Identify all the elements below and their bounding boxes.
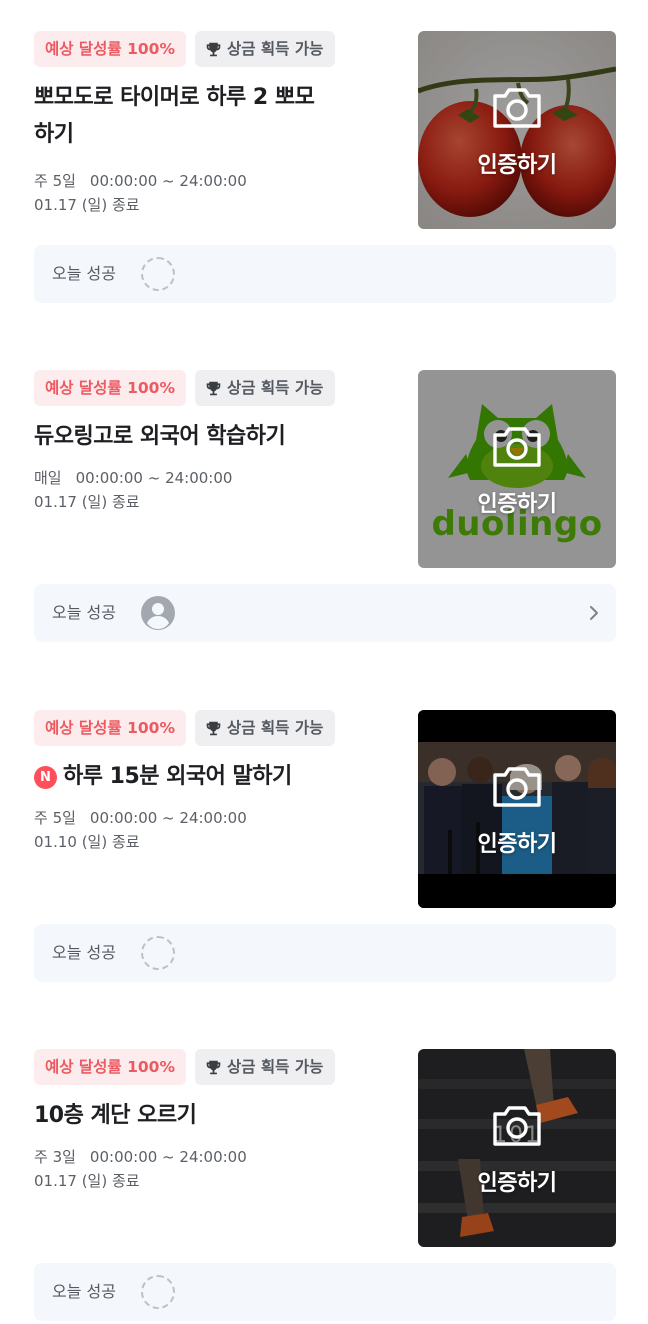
time-range-text: 00:00:00 ~ 24:00:00 [75, 469, 233, 487]
end-date-text: 01.10 (일) 종료 [34, 833, 140, 851]
card-badges: 예상 달성률 100% 상금 획득 가능 [34, 370, 336, 406]
card-badges: 예상 달성률 100% 상금 획득 가능 [34, 1049, 336, 1085]
prize-badge: 상금 획득 가능 [194, 1049, 336, 1085]
verify-label: 인증하기 [477, 153, 557, 178]
card-badges: 예상 달성률 100% 상금 획득 가능 [34, 31, 336, 67]
challenge-feed: 예상 달성률 100% 상금 획득 가능 뽀모도로 타이머로 하루 2 뽀모하기… [0, 0, 648, 1324]
today-status-bar[interactable]: 오늘 성공 [34, 584, 616, 642]
challenge-meta: 주 5일 00:00:00 ~ 24:00:00 01.10 (일) 종료 [34, 806, 247, 854]
achievement-rate-badge: 예상 달성률 100% [34, 710, 186, 746]
news-n-icon: N [34, 766, 57, 789]
verify-label: 인증하기 [477, 832, 557, 857]
achievement-rate-badge: 예상 달성률 100% [34, 370, 186, 406]
frequency-text: 주 3일 [34, 1148, 76, 1166]
trophy-icon [206, 1060, 221, 1074]
challenge-title-text: 하루 15분 외국어 말하기 [63, 764, 292, 789]
time-range-text: 00:00:00 ~ 24:00:00 [89, 1148, 247, 1166]
dashed-circle-icon [141, 936, 175, 970]
camera-icon [493, 767, 541, 807]
prize-badge-label: 상금 획득 가능 [226, 40, 324, 58]
frequency-text: 주 5일 [34, 172, 76, 190]
trophy-icon [206, 42, 221, 56]
end-date-text: 01.17 (일) 종료 [34, 1172, 140, 1190]
time-range-text: 00:00:00 ~ 24:00:00 [89, 172, 247, 190]
achievement-rate-badge: 예상 달성률 100% [34, 1049, 186, 1085]
verify-label: 인증하기 [477, 1171, 557, 1196]
today-status-label: 오늘 성공 [52, 943, 116, 962]
today-status-bar[interactable]: 오늘 성공 [34, 1263, 616, 1321]
user-avatar-icon [141, 596, 175, 630]
end-date-text: 01.17 (일) 종료 [34, 196, 140, 214]
trophy-icon [206, 721, 221, 735]
camera-icon [493, 427, 541, 467]
challenge-meta: 매일 00:00:00 ~ 24:00:00 01.17 (일) 종료 [34, 466, 232, 514]
camera-icon [493, 88, 541, 128]
achievement-rate-badge: 예상 달성률 100% [34, 31, 186, 67]
challenge-title: 듀오링고로 외국어 학습하기 [34, 424, 286, 449]
today-status-label: 오늘 성공 [52, 603, 116, 622]
dashed-circle-icon [141, 1275, 175, 1309]
time-range-text: 00:00:00 ~ 24:00:00 [89, 809, 247, 827]
today-status-label: 오늘 성공 [52, 264, 116, 283]
prize-badge: 상금 획득 가능 [194, 370, 336, 406]
verify-label: 인증하기 [477, 492, 557, 517]
dashed-circle-icon [141, 257, 175, 291]
card-badges: 예상 달성률 100% 상금 획득 가능 [34, 710, 336, 746]
challenge-title: 10층 계단 오르기 [34, 1103, 197, 1128]
chevron-right-icon[interactable] [588, 604, 600, 622]
camera-icon [493, 1106, 541, 1146]
frequency-text: 매일 [34, 469, 62, 487]
prize-badge: 상금 획득 가능 [194, 31, 336, 67]
prize-badge-label: 상금 획득 가능 [226, 379, 324, 397]
today-status-bar[interactable]: 오늘 성공 [34, 245, 616, 303]
verify-thumbnail[interactable]: 101 인증하기 [418, 1049, 616, 1247]
verify-thumbnail[interactable]: 인증하기 [418, 31, 616, 229]
challenge-meta: 주 5일 00:00:00 ~ 24:00:00 01.17 (일) 종료 [34, 169, 247, 217]
verify-thumbnail[interactable]: duolingo 인증하기 [418, 370, 616, 568]
prize-badge-label: 상금 획득 가능 [226, 1058, 324, 1076]
today-status-label: 오늘 성공 [52, 1282, 116, 1301]
prize-badge: 상금 획득 가능 [194, 710, 336, 746]
prize-badge-label: 상금 획득 가능 [226, 719, 324, 737]
challenge-title: 뽀모도로 타이머로 하루 2 뽀모하기 [34, 85, 315, 147]
challenge-meta: 주 3일 00:00:00 ~ 24:00:00 01.17 (일) 종료 [34, 1145, 247, 1193]
trophy-icon [206, 381, 221, 395]
challenge-title: N 하루 15분 외국어 말하기 [34, 758, 364, 795]
frequency-text: 주 5일 [34, 809, 76, 827]
end-date-text: 01.17 (일) 종료 [34, 493, 140, 511]
today-status-bar[interactable]: 오늘 성공 [34, 924, 616, 982]
verify-thumbnail[interactable]: 인증하기 [418, 710, 616, 908]
